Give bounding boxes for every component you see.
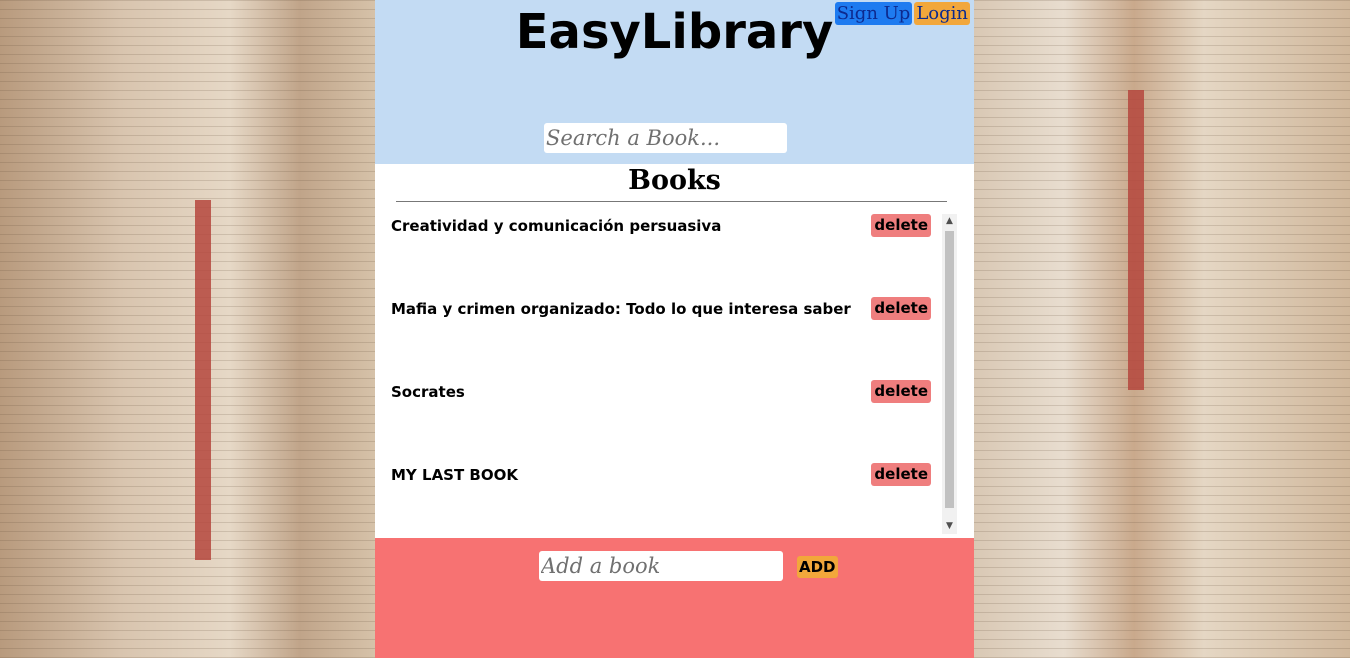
triangle-up-icon[interactable]: ▲	[942, 214, 957, 229]
book-list[interactable]: Creatividad y comunicación persuasiva de…	[391, 214, 931, 534]
list-item: Socrates delete	[391, 380, 931, 463]
list-item: Mafia y crimen organizado: Todo lo que i…	[391, 297, 931, 380]
delete-button[interactable]: delete	[871, 380, 931, 403]
book-title: MY LAST BOOK	[391, 466, 518, 484]
background-book-edge	[195, 200, 211, 560]
book-title: Mafia y crimen organizado: Todo lo que i…	[391, 300, 851, 318]
add-book-bar: ADD	[375, 538, 974, 658]
delete-button[interactable]: delete	[871, 297, 931, 320]
books-section: Books Creatividad y comunicación persuas…	[375, 164, 974, 538]
list-item: Creatividad y comunicación persuasiva de…	[391, 214, 931, 297]
signup-button[interactable]: Sign Up	[834, 2, 913, 25]
book-title: Creatividad y comunicación persuasiva	[391, 217, 722, 235]
scrollbar-thumb[interactable]	[945, 231, 954, 508]
background-books-image-right	[974, 0, 1350, 658]
search-input[interactable]	[544, 123, 787, 153]
scrollbar[interactable]: ▲ ▼	[942, 214, 957, 534]
books-heading: Books	[628, 165, 721, 196]
header: EasyLibrary Sign Up Login	[375, 0, 974, 164]
triangle-down-icon[interactable]: ▼	[942, 519, 957, 534]
book-title: Socrates	[391, 383, 465, 401]
add-book-input[interactable]	[539, 551, 783, 581]
app-container: EasyLibrary Sign Up Login Books Creativi…	[375, 0, 974, 658]
login-button[interactable]: Login	[914, 2, 970, 25]
divider	[396, 201, 947, 202]
add-button[interactable]: ADD	[797, 556, 838, 578]
delete-button[interactable]: delete	[871, 463, 931, 486]
auth-buttons: Sign Up Login	[834, 2, 970, 25]
background-book-edge	[1128, 90, 1144, 390]
list-item: MY LAST BOOK delete	[391, 463, 931, 546]
delete-button[interactable]: delete	[871, 214, 931, 237]
